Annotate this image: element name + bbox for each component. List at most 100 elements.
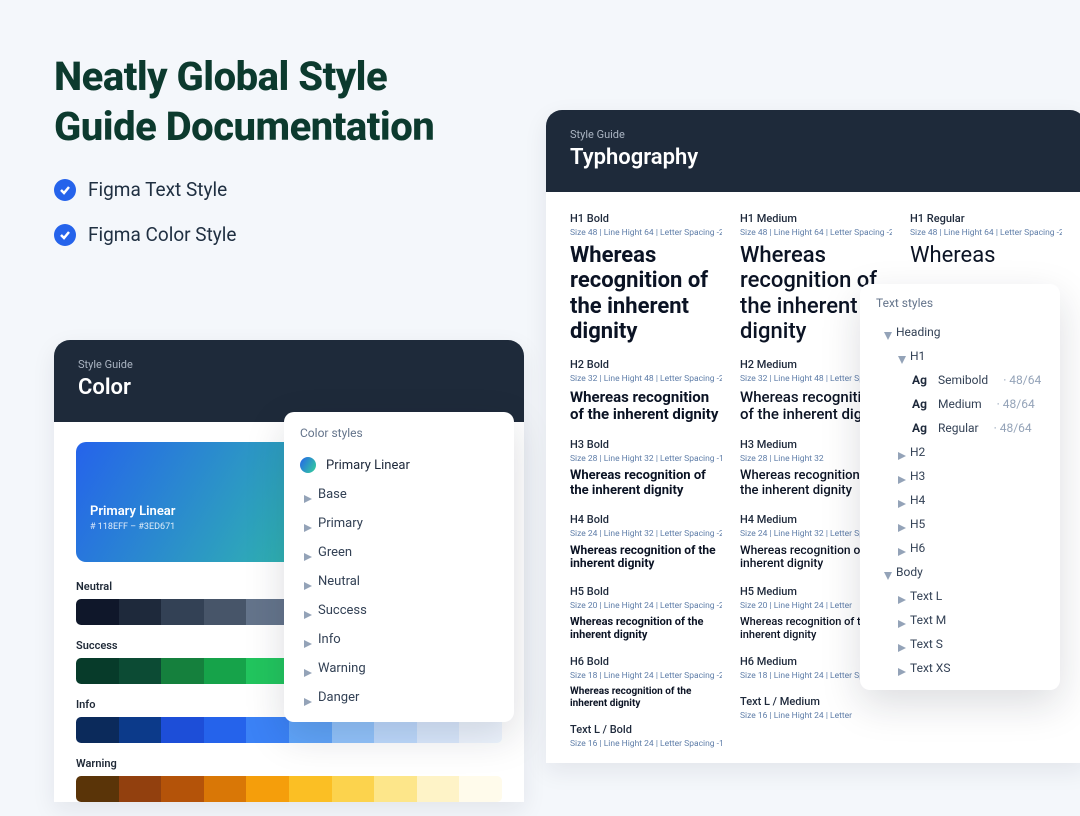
caret-icon [304,608,310,614]
text-group-heading[interactable]: Heading [860,320,1060,344]
page-title: Neatly Global Style Guide Documentation [54,52,434,152]
text-group-body-item[interactable]: Text S [860,632,1060,656]
caret-icon [898,473,904,479]
text-group-h5[interactable]: H5 [860,512,1060,536]
color-group-success[interactable]: Success [284,596,514,625]
typo-spec-block: H2 Bold Size 32 | Line Hight 48 | Letter… [570,358,722,424]
text-styles-popover: Text stylesHeadingH1AgSemibold · 48/64Ag… [860,284,1060,690]
ramp-step[interactable] [161,658,204,684]
typo-spec-meta: Size 24 | Line Hight 32 | Letter Spacing… [570,529,722,539]
color-group-label: Info [318,632,341,647]
text-style-leaf[interactable]: AgMedium · 48/64 [860,392,1060,416]
caret-icon [304,550,310,556]
ramp-step[interactable] [204,658,247,684]
ramp-step[interactable] [246,717,289,743]
check-label: Figma Text Style [88,178,227,201]
ramp-step[interactable] [119,717,162,743]
ramp-step[interactable] [204,599,247,625]
ramp-step[interactable] [76,599,119,625]
color-group-label: Green [318,545,352,560]
color-group-green[interactable]: Green [284,538,514,567]
ramp-step[interactable] [161,776,204,802]
typo-spec-meta: Size 28 | Line Hight 32 | Letter Spacing… [570,454,722,464]
ramp-step[interactable] [246,776,289,802]
color-group-base[interactable]: Base [284,480,514,509]
caret-icon [304,521,310,527]
popover-title: Color styles [284,426,514,450]
ramp-step[interactable] [374,776,417,802]
caret-icon [898,521,904,527]
typo-sample-text: Whereas recognition of the inherent dign… [570,389,722,424]
ramp-step[interactable] [119,599,162,625]
text-group-body-item[interactable]: Text L [860,584,1060,608]
ramp-step[interactable] [76,717,119,743]
ramp-step[interactable] [119,776,162,802]
check-label: Figma Color Style [88,223,237,246]
typo-spec-meta: Size 20 | Line Hight 24 | Letter Spacing… [570,601,722,611]
text-group-body[interactable]: Body [860,560,1060,584]
typo-spec-name: H1 Regular [910,212,1062,225]
typo-spec-meta: Size 16 | Line Hight 24 | Letter [740,711,892,721]
ag-glyph-icon: Ag [912,397,932,411]
caret-down-icon [884,329,890,335]
title-line-2: Guide Documentation [54,103,434,150]
typo-spec-meta: Size 48 | Line Hight 64 | Letter Spacing… [910,228,1062,238]
ramp-step[interactable] [246,599,289,625]
caret-icon [304,695,310,701]
text-group-h4[interactable]: H4 [860,488,1060,512]
caret-icon [898,593,904,599]
text-style-leaf[interactable]: AgSemibold · 48/64 [860,368,1060,392]
ramp-step[interactable] [76,658,119,684]
text-group-h3[interactable]: H3 [860,464,1060,488]
color-group-label: Base [318,487,347,502]
ramp-step[interactable] [289,776,332,802]
text-group-h2[interactable]: H2 [860,440,1060,464]
ramp-step[interactable] [246,658,289,684]
ag-glyph-icon: Ag [912,373,932,387]
ramp-step[interactable] [76,776,119,802]
text-group-body-item[interactable]: Text XS [860,656,1060,680]
typo-sample-text: Whereas recognition of the inherent dign… [570,686,722,709]
color-group-label: Neutral [318,574,360,589]
checklist: Figma Text Style Figma Color Style [54,178,237,268]
typo-spec-block: H1 Bold Size 48 | Line Hight 64 | Letter… [570,212,722,344]
color-group-danger[interactable]: Danger [284,683,514,712]
color-group-neutral[interactable]: Neutral [284,567,514,596]
typo-spec-name: H4 Bold [570,513,722,526]
popover-title: Text styles [860,296,1060,320]
ramp-step[interactable] [161,717,204,743]
ramp-step[interactable] [204,717,247,743]
panel-header: Style Guide Color [54,340,524,422]
text-group-h1[interactable]: H1 [860,344,1060,368]
color-group-warning[interactable]: Warning [284,654,514,683]
caret-icon [898,641,904,647]
typo-spec-block: H5 Bold Size 20 | Line Hight 24 | Letter… [570,585,722,641]
ramp-step[interactable] [332,776,375,802]
title-line-1: Neatly Global Style [54,53,387,100]
typo-spec-block: H1 Regular Size 48 | Line Hight 64 | Let… [910,212,1062,268]
typo-spec-meta: Size 18 | Line Hight 24 | Letter Spacing… [570,671,722,681]
caret-icon [304,666,310,672]
ramp-step[interactable] [161,599,204,625]
color-group-label: Warning [318,661,366,676]
text-group-h6[interactable]: H6 [860,536,1060,560]
ramp-step[interactable] [204,776,247,802]
color-style-primary-linear[interactable]: Primary Linear [284,450,514,480]
check-row: Figma Color Style [54,223,237,246]
color-ramp-warning [76,776,502,802]
typo-column: H1 Bold Size 48 | Line Hight 64 | Letter… [570,212,722,763]
color-group-label: Danger [318,690,359,705]
check-icon [54,224,76,246]
color-group-info[interactable]: Info [284,625,514,654]
text-style-leaf[interactable]: AgRegular · 48/64 [860,416,1060,440]
text-group-body-item[interactable]: Text M [860,608,1060,632]
caret-icon [898,545,904,551]
color-group-primary[interactable]: Primary [284,509,514,538]
ramp-step[interactable] [459,776,502,802]
ramp-step[interactable] [119,658,162,684]
typo-spec-block: H6 Bold Size 18 | Line Hight 24 | Letter… [570,655,722,709]
typo-spec-name: H5 Bold [570,585,722,598]
typo-spec-name: H6 Bold [570,655,722,668]
caret-icon [898,617,904,623]
ramp-step[interactable] [417,776,460,802]
